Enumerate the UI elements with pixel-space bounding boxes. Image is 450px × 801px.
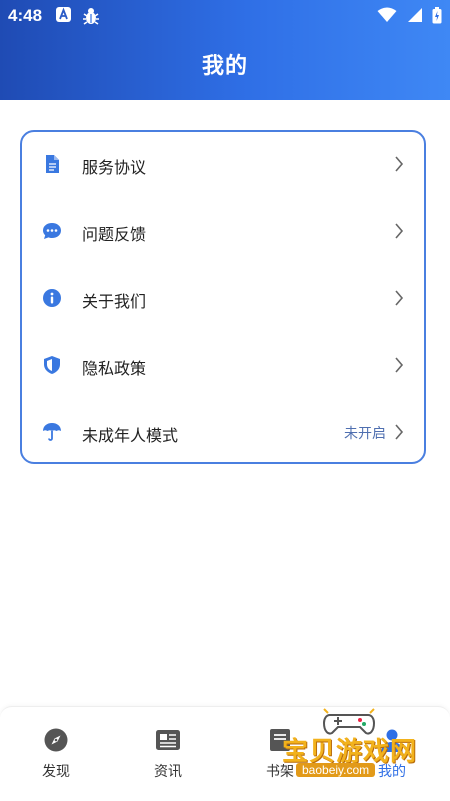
status-icons [373,7,442,27]
menu-item-feedback[interactable]: 问题反馈 [22,199,424,266]
tab-label: 我的 [378,764,406,780]
user-icon [379,727,405,753]
app-notification-icon [56,7,71,22]
menu-item-label: 隐私政策 [82,359,147,378]
chevron-right-icon [394,290,404,310]
menu-item-service-agreement[interactable]: 服务协议 [22,132,424,199]
document-icon [42,154,62,174]
news-icon [155,727,181,753]
status-time: 4:48 [8,6,43,25]
shield-icon [42,355,62,375]
settings-card: 服务协议 问题反馈 关于我们 隐私政策 未成年人模式 未开启 [20,130,426,464]
header-bar: 4:48 我的 [0,0,450,100]
tab-bookshelf[interactable]: 书架 [240,727,320,781]
menu-item-about-us[interactable]: 关于我们 [22,266,424,333]
chevron-right-icon [394,156,404,176]
chat-bubble-icon [42,221,62,241]
page-title: 我的 [201,54,248,79]
info-icon [42,288,62,308]
minor-mode-status: 未开启 [344,426,386,442]
battery-icon [432,7,442,24]
chevron-right-icon [394,357,404,377]
menu-item-privacy-policy[interactable]: 隐私政策 [22,333,424,400]
bookshelf-icon [267,727,293,753]
chevron-right-icon [394,424,404,444]
umbrella-icon [42,422,62,442]
tab-label: 资讯 [154,764,182,780]
bug-icon [82,6,100,31]
tab-news[interactable]: 资讯 [128,727,208,781]
wifi-icon [377,7,397,22]
tab-label: 发现 [42,764,70,780]
menu-item-minor-mode[interactable]: 未成年人模式 未开启 [22,400,424,467]
status-bar: 4:48 [0,0,450,34]
signal-icon [407,8,422,22]
menu-item-label: 未成年人模式 [82,426,179,445]
bottom-tab-bar: 发现 资讯 书架 我的 [0,706,450,801]
menu-item-label: 服务协议 [82,158,147,177]
tab-mine[interactable]: 我的 [352,727,432,781]
menu-item-label: 问题反馈 [82,225,147,244]
tab-discover[interactable]: 发现 [16,727,96,781]
menu-item-label: 关于我们 [82,292,147,311]
chevron-right-icon [394,223,404,243]
tab-label: 书架 [266,764,294,780]
compass-icon [43,727,69,753]
